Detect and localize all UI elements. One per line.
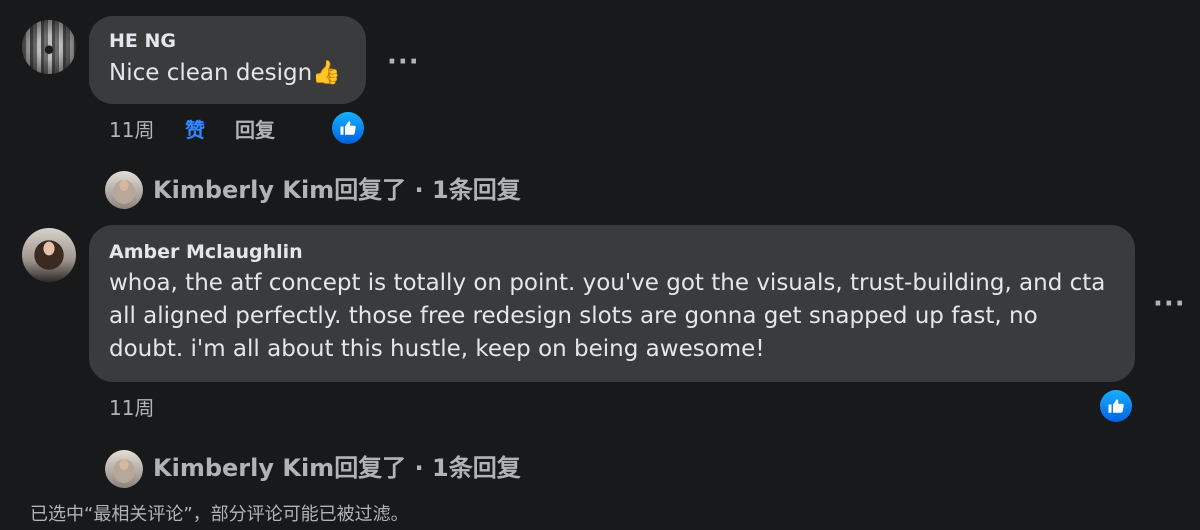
thumbs-up-icon: [340, 121, 356, 135]
more-options-icon[interactable]: ···: [387, 49, 420, 75]
reply-author-name: Kimberly Kim: [153, 176, 335, 204]
separator: ·: [406, 176, 433, 204]
comments-section: HE NG Nice clean design👍 ··· 11周 赞 回复 Ki…: [0, 0, 1200, 530]
comment-timestamp[interactable]: 11周: [109, 396, 154, 420]
comment-bubble-2: Amber Mclaughlin whoa, the atf concept i…: [89, 225, 1135, 382]
filter-notice: 已选中“最相关评论”，部分评论可能已被过滤。: [30, 504, 409, 525]
comment-bubble-1: HE NG Nice clean design👍: [89, 16, 366, 104]
reply-action: 回复了: [334, 454, 407, 482]
comment-text: whoa, the atf concept is totally on poin…: [109, 270, 1106, 362]
reply-author-name: Kimberly Kim: [153, 454, 335, 482]
reply-button[interactable]: 回复: [235, 118, 275, 142]
reply-action: 回复了: [334, 176, 407, 204]
reply-avatar[interactable]: [105, 450, 143, 488]
comment-author[interactable]: Amber Mclaughlin: [109, 240, 1115, 264]
reply-count: 1条回复: [432, 454, 521, 482]
thumbs-up-emoji: 👍: [312, 60, 341, 86]
comment-text: Nice clean design👍: [109, 57, 346, 90]
like-badge-icon: [332, 112, 364, 144]
like-button[interactable]: 赞: [185, 118, 205, 142]
comment-timestamp[interactable]: 11周: [109, 118, 154, 142]
view-replies-link[interactable]: Kimberly Kim回复了 · 1条回复: [153, 453, 521, 483]
like-badge-icon: [1100, 390, 1132, 422]
reply-count: 1条回复: [432, 176, 521, 204]
more-options-icon[interactable]: ···: [1153, 291, 1186, 317]
thumbs-up-icon: [1108, 399, 1124, 413]
avatar-he-ng[interactable]: [22, 20, 76, 74]
comment-text-body: Nice clean design: [109, 60, 313, 86]
reply-avatar[interactable]: [105, 171, 143, 209]
view-replies-link[interactable]: Kimberly Kim回复了 · 1条回复: [153, 175, 521, 205]
avatar-amber-mclaughlin[interactable]: [22, 228, 76, 282]
comment-author[interactable]: HE NG: [109, 29, 346, 53]
separator: ·: [406, 454, 433, 482]
